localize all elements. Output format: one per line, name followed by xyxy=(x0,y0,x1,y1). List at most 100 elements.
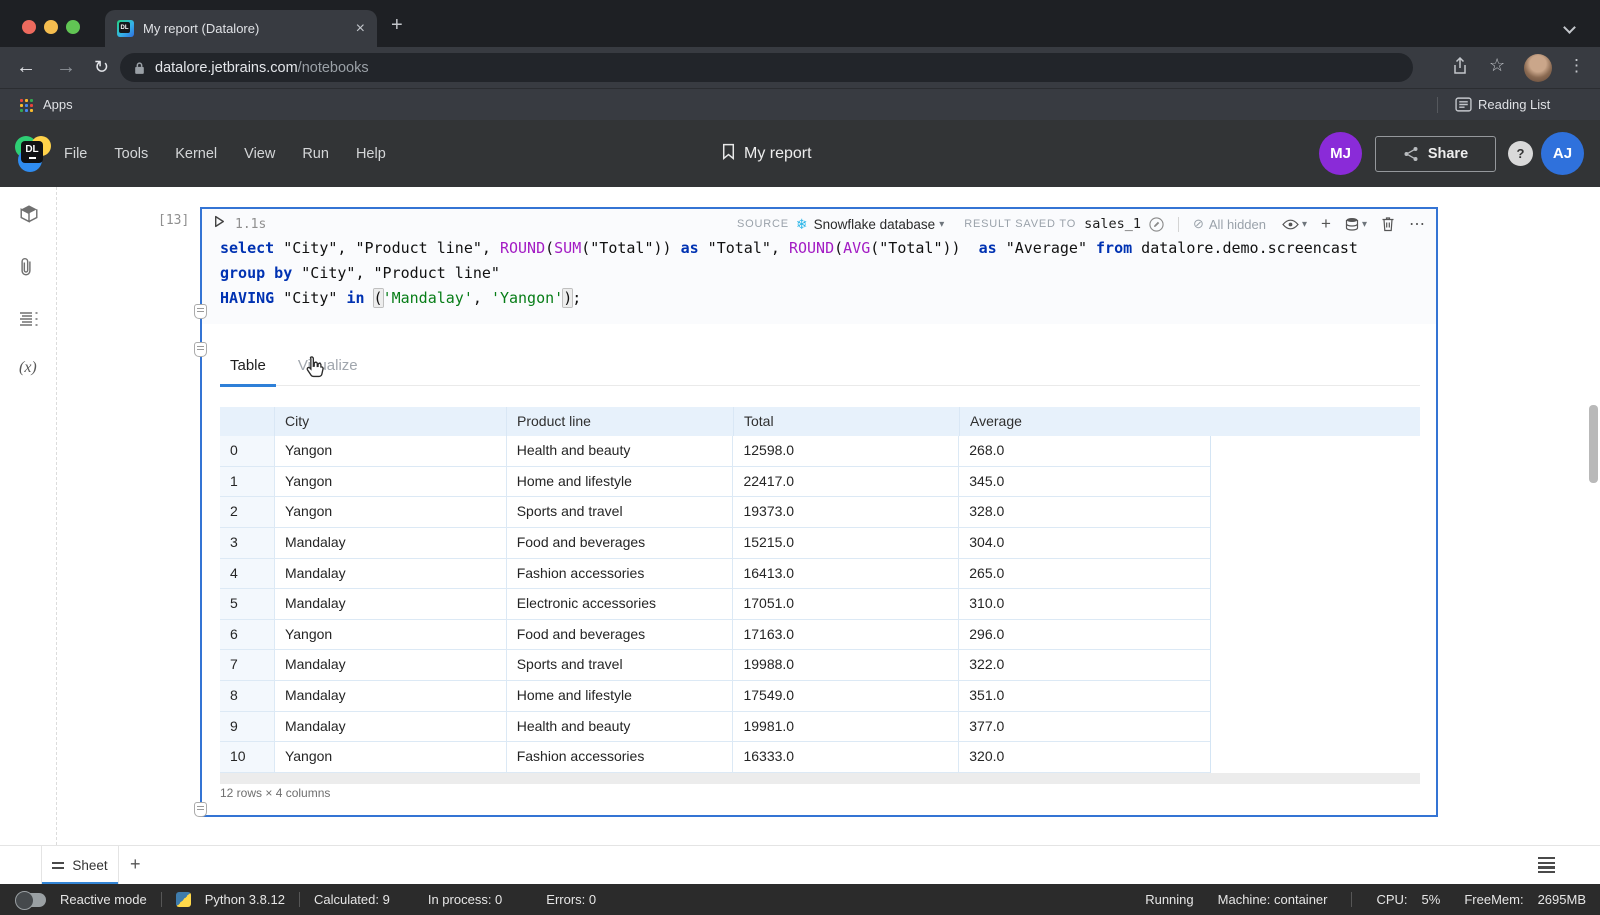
help-button[interactable]: ? xyxy=(1508,141,1533,166)
share-page-icon[interactable] xyxy=(1452,57,1468,80)
add-sheet-button[interactable]: + xyxy=(130,854,141,875)
menu-item-help[interactable]: Help xyxy=(356,146,386,162)
environment-icon[interactable] xyxy=(19,204,39,229)
variables-icon[interactable]: (x) xyxy=(19,359,37,377)
browser-menu-icon[interactable]: ⋮ xyxy=(1568,56,1585,76)
table-cell: Mandalay xyxy=(275,559,507,589)
run-cell-icon[interactable] xyxy=(214,215,225,233)
menu-item-file[interactable]: File xyxy=(64,146,87,162)
table-body: 0YangonHealth and beauty12598.0268.01Yan… xyxy=(220,436,1211,773)
table-cell: 345.0 xyxy=(959,467,1210,497)
apps-grid-icon[interactable] xyxy=(20,99,33,112)
collaborator-avatar-mj[interactable]: MJ xyxy=(1319,132,1362,175)
row-index-cell: 4 xyxy=(220,559,275,589)
sheet-list-icon[interactable] xyxy=(1538,857,1555,873)
apps-bookmark[interactable]: Apps xyxy=(43,97,73,112)
browser-profile-avatar[interactable] xyxy=(1524,54,1552,82)
table-cell: Mandalay xyxy=(275,528,507,558)
result-table-name[interactable]: sales_1 xyxy=(1084,216,1141,232)
table-cell: 19373.0 xyxy=(733,497,959,527)
chevron-down-icon[interactable] xyxy=(1563,21,1576,34)
cell-handle-icon[interactable] xyxy=(194,802,207,817)
table-cell: Fashion accessories xyxy=(507,559,734,589)
code-line: group by "City", "Product line" xyxy=(220,261,1358,286)
machine-label: Machine: container xyxy=(1218,892,1328,907)
sheet-tab-label: Sheet xyxy=(72,858,107,873)
execution-duration: 1.1s xyxy=(235,217,266,232)
menu-item-view[interactable]: View xyxy=(244,146,275,162)
macos-close-button[interactable] xyxy=(22,20,36,34)
sql-code[interactable]: select "City", "Product line", ROUND(SUM… xyxy=(220,236,1358,311)
bookmark-star-icon[interactable]: ☆ xyxy=(1489,55,1505,76)
cell-handle-icon[interactable] xyxy=(194,342,207,357)
reading-list-icon[interactable] xyxy=(1455,97,1472,117)
share-nodes-icon xyxy=(1403,146,1419,162)
table-horizontal-scrollbar[interactable] xyxy=(220,773,1420,784)
cell-handle-icon[interactable] xyxy=(194,304,207,319)
delete-cell-icon[interactable] xyxy=(1381,216,1395,232)
table-cell: Fashion accessories xyxy=(507,742,734,772)
new-tab-button[interactable]: + xyxy=(391,14,403,37)
browser-tab[interactable]: DL My report (Datalore) × xyxy=(105,10,377,47)
macos-zoom-button[interactable] xyxy=(66,20,80,34)
macos-minimize-button[interactable] xyxy=(44,20,58,34)
forward-button[interactable]: → xyxy=(56,55,76,79)
source-dropdown-caret[interactable]: ▾ xyxy=(939,219,944,230)
table-cell: Mandalay xyxy=(275,589,507,619)
address-bar[interactable]: datalore.jetbrains.com/notebooks xyxy=(120,53,1413,82)
share-button[interactable]: Share xyxy=(1375,136,1496,172)
menu-item-run[interactable]: Run xyxy=(302,146,329,162)
database-stack-icon[interactable]: ▾ xyxy=(1345,217,1367,231)
more-actions-icon[interactable]: ⋯ xyxy=(1409,214,1426,234)
table-cell: 17549.0 xyxy=(733,681,959,711)
table-cell: 17051.0 xyxy=(733,589,959,619)
datalore-logo[interactable]: DL xyxy=(15,136,51,172)
attachments-icon[interactable] xyxy=(19,257,33,282)
all-hidden-label: All hidden xyxy=(1209,217,1266,232)
table-row: 7MandalaySports and travel19988.0322.0 xyxy=(220,650,1210,681)
table-cell: Food and beverages xyxy=(507,528,734,558)
mouse-cursor-pointer xyxy=(303,355,326,386)
source-value[interactable]: Snowflake database xyxy=(814,217,936,232)
row-index-cell: 10 xyxy=(220,742,275,772)
reload-button[interactable]: ↻ xyxy=(94,55,109,79)
table-cell: Mandalay xyxy=(275,681,507,711)
column-header: Average xyxy=(960,407,1211,436)
table-row: 8MandalayHome and lifestyle17549.0351.0 xyxy=(220,681,1210,712)
notebook-workspace: (x) [13] 1.1s SOURCE ❄ Snowflake databas… xyxy=(0,187,1600,845)
page-scrollbar-thumb[interactable] xyxy=(1589,405,1598,483)
share-button-label: Share xyxy=(1428,146,1468,162)
back-button[interactable]: ← xyxy=(16,55,36,79)
menu-item-tools[interactable]: Tools xyxy=(114,146,148,162)
tab-close-icon[interactable]: × xyxy=(356,21,365,37)
visibility-eye-icon[interactable]: ▾ xyxy=(1282,219,1307,230)
table-cell: Yangon xyxy=(275,742,507,772)
menu-item-kernel[interactable]: Kernel xyxy=(175,146,217,162)
execution-count: [13] xyxy=(158,213,189,228)
sheet-tab[interactable]: Sheet xyxy=(41,846,119,885)
table-cell: Home and lifestyle xyxy=(507,681,734,711)
column-header-filler xyxy=(1211,407,1420,436)
edit-result-name-icon[interactable] xyxy=(1149,217,1164,232)
table-cell: Yangon xyxy=(275,436,507,466)
python-version[interactable]: Python 3.8.12 xyxy=(205,892,285,907)
table-of-contents-icon[interactable] xyxy=(19,311,39,332)
tab-table[interactable]: Table xyxy=(220,349,276,386)
table-cell: 310.0 xyxy=(959,589,1210,619)
row-index-cell: 7 xyxy=(220,650,275,680)
url-path: /notebooks xyxy=(298,60,369,76)
table-cell: 17163.0 xyxy=(733,620,959,650)
bookmark-icon xyxy=(722,143,735,165)
datalore-header: DL FileToolsKernelViewRunHelp My report … xyxy=(0,120,1600,187)
table-cell: Sports and travel xyxy=(507,650,734,680)
user-avatar-aj[interactable]: AJ xyxy=(1541,132,1584,175)
reading-list-label[interactable]: Reading List xyxy=(1478,97,1550,112)
reactive-mode-toggle[interactable] xyxy=(16,893,46,907)
add-cell-icon[interactable]: + xyxy=(1321,214,1331,234)
table-cell: 322.0 xyxy=(959,650,1210,680)
row-index-cell: 2 xyxy=(220,497,275,527)
errors-count: Errors: 0 xyxy=(546,892,596,907)
table-cell: Sports and travel xyxy=(507,497,734,527)
tab-visualize[interactable]: Visualize xyxy=(288,349,368,386)
column-header: Product line xyxy=(507,407,734,436)
